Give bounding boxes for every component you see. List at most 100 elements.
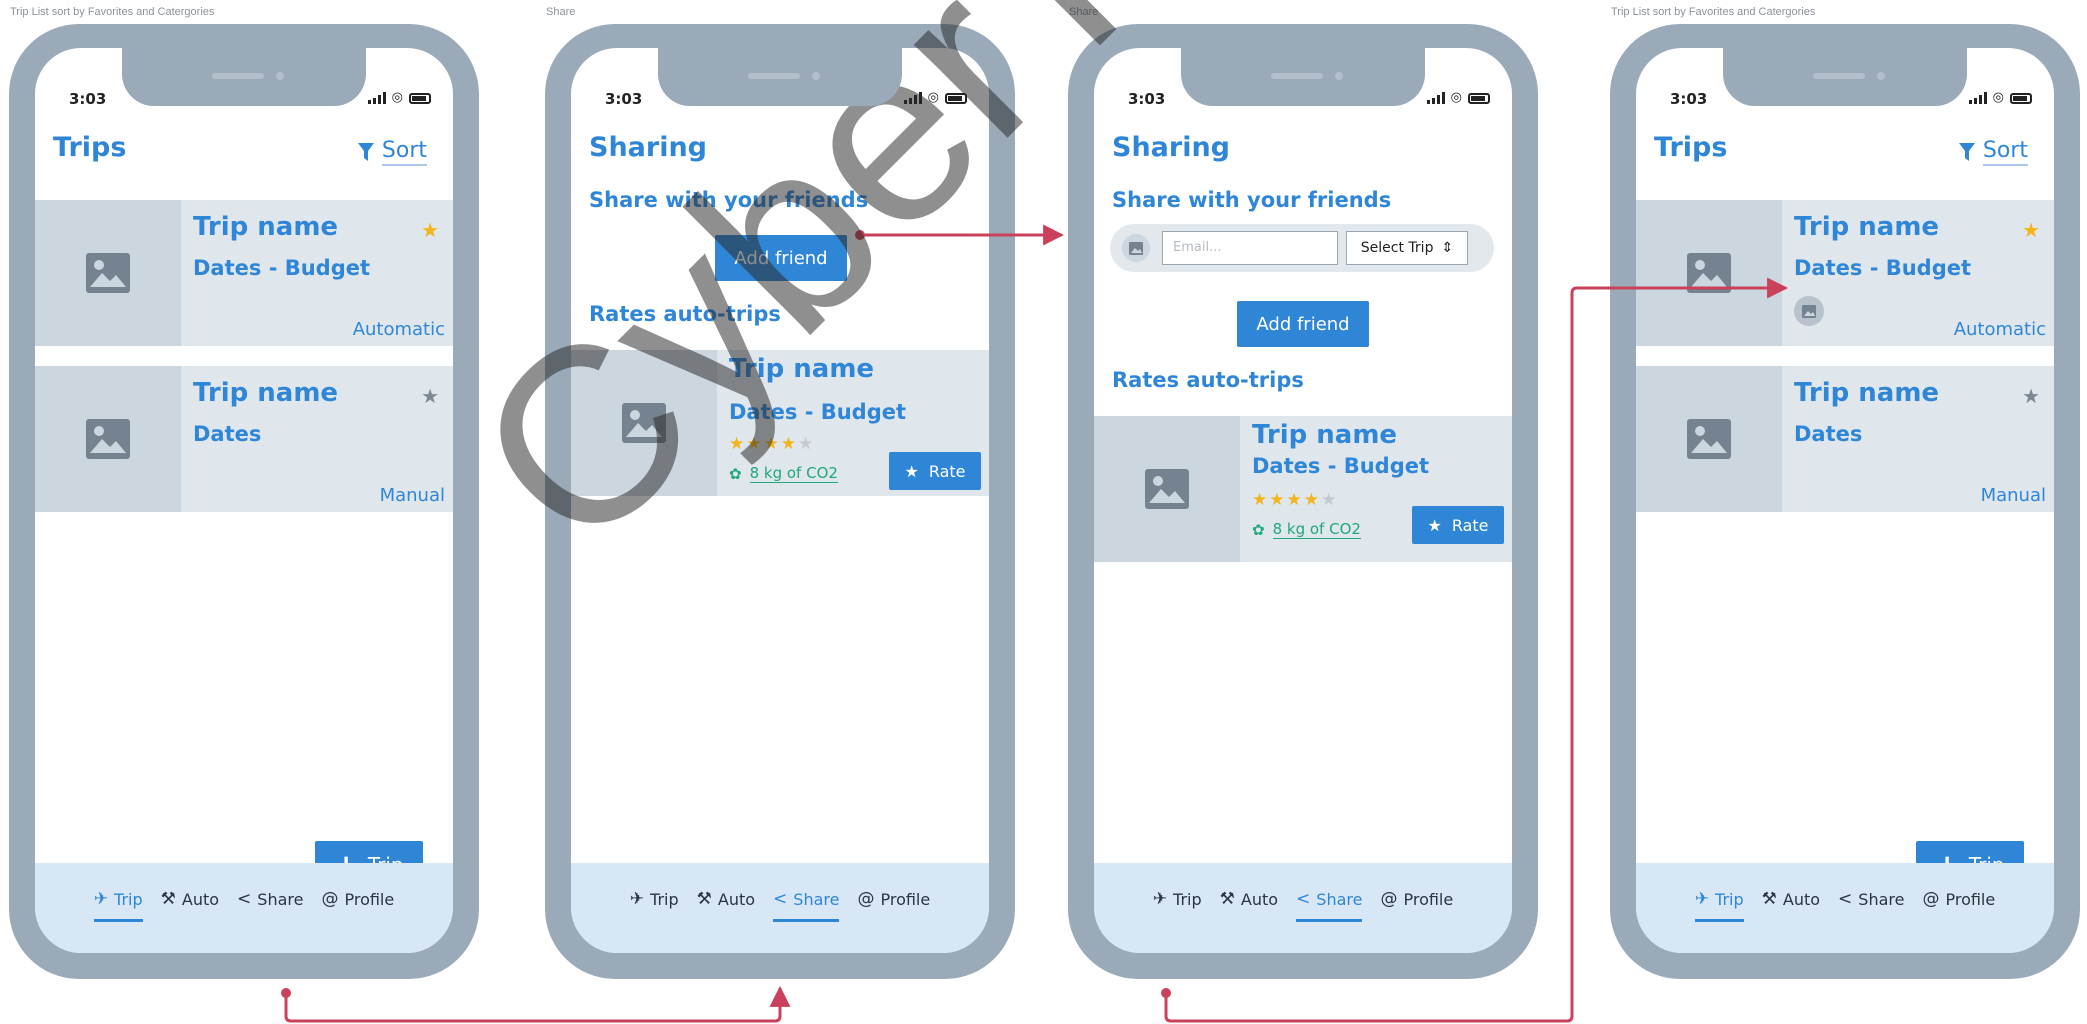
trip-name: Trip name — [729, 354, 875, 384]
trip-dates: Dates - Budget — [1794, 256, 1972, 280]
select-trip-dropdown[interactable]: Select Trip ⇕ — [1346, 231, 1468, 265]
notch — [658, 48, 902, 106]
trips-screen: 3:03 ◎ Trips Sort Trip name Dates - Budg… — [35, 48, 453, 953]
shared-friend-avatar[interactable] — [1794, 296, 1824, 326]
trip-thumbnail — [35, 200, 181, 346]
rates-title: Rates auto-trips — [1112, 368, 1304, 392]
signal-icon — [1426, 92, 1445, 104]
status-time: 3:03 — [69, 90, 107, 108]
trip-dates: Dates - Budget — [1252, 454, 1430, 478]
image-icon — [86, 419, 130, 459]
nav-tab-profile[interactable]: @ Profile — [1922, 889, 1995, 922]
battery-icon — [2010, 92, 2032, 104]
favorite-star-icon[interactable]: ★ — [421, 218, 439, 242]
add-friend-button[interactable]: Add friend — [715, 235, 847, 281]
nav-tab-profile[interactable]: @ Profile — [857, 889, 930, 922]
sharing-expanded-screen: 3:03 ◎ Sharing Share with your friends E… — [1094, 48, 1512, 953]
co2-label: 8 kg of CO2 — [1272, 520, 1361, 539]
notch — [1181, 48, 1425, 106]
storyboard: Trip List sort by Favorites and Catergor… — [0, 0, 2087, 1024]
trip-name: Trip name — [193, 378, 339, 408]
sharing-screen: 3:03 ◎ Sharing Share with your friends A… — [571, 48, 989, 953]
page-title: Sharing — [589, 132, 708, 163]
rate-button[interactable]: ★ Rate — [889, 452, 981, 490]
nav-tab-share[interactable]: < Share — [773, 889, 840, 922]
nav-tab-share[interactable]: < Share — [1296, 889, 1363, 922]
trip-card[interactable]: Trip name Dates - Budget ★ Automatic — [35, 200, 453, 346]
page-title: Trips — [53, 132, 127, 163]
nav-tab-trip[interactable]: ✈ Trip — [93, 889, 143, 922]
filter-icon — [357, 143, 374, 161]
rate-button[interactable]: ★ Rate — [1412, 506, 1504, 544]
wifi-icon: ◎ — [1450, 90, 1462, 105]
nav-tab-auto[interactable]: ⚒ Auto — [1762, 889, 1820, 922]
favorite-star-icon[interactable]: ★ — [421, 384, 439, 408]
nav-tab-trip[interactable]: ✈ Trip — [1153, 889, 1202, 922]
phone-frame-sharing-expanded: 3:03 ◎ Sharing Share with your friends E… — [1068, 24, 1538, 979]
sort-button[interactable]: Sort — [1958, 138, 2028, 166]
battery-icon — [409, 92, 431, 104]
trip-card[interactable]: Trip name Dates ★ Manual — [35, 366, 453, 512]
trip-card[interactable]: Trip name Dates - Budget ★ Automatic — [1636, 200, 2054, 346]
trip-dates: Dates - Budget — [193, 256, 371, 280]
sort-button[interactable]: Sort — [357, 138, 427, 166]
trip-card[interactable]: Trip name Dates ★ Manual — [1636, 366, 2054, 512]
tools-icon: ⚒ — [1219, 889, 1235, 909]
sort-label: Sort — [381, 138, 427, 166]
status-time: 3:03 — [1128, 90, 1166, 108]
nav-label: Profile — [1945, 889, 1996, 909]
phone-frame-trips-shared: 3:03 ◎ Trips Sort Trip name Dates - Budg… — [1610, 24, 2080, 979]
add-friend-button[interactable]: Add friend — [1237, 301, 1369, 347]
status-time: 3:03 — [605, 90, 643, 108]
trip-dates: Dates - Budget — [729, 400, 907, 424]
tools-icon: ⚒ — [696, 889, 712, 909]
nav-tab-auto[interactable]: ⚒ Auto — [161, 889, 219, 922]
trip-dates: Dates — [193, 422, 262, 446]
co2-label: 8 kg of CO2 — [749, 464, 838, 483]
share-icon: < — [1838, 889, 1853, 909]
favorite-star-icon[interactable]: ★ — [2022, 218, 2040, 242]
screen-caption: Share — [1069, 6, 1099, 18]
bottom-nav: ✈ Trip ⚒ Auto < Share @ Profile — [1636, 863, 2054, 953]
email-input[interactable]: Email... — [1162, 231, 1338, 265]
status-icons: ◎ — [903, 91, 967, 104]
trip-thumbnail — [1636, 200, 1782, 346]
tools-icon: ⚒ — [1761, 889, 1777, 909]
notch — [122, 48, 366, 106]
image-icon — [1802, 304, 1816, 318]
nav-label: Trip — [1715, 889, 1744, 909]
image-icon — [1145, 469, 1189, 509]
bottom-nav: ✈ Trip ⚒ Auto < Share @ Profile — [571, 863, 989, 953]
status-time: 3:03 — [1670, 90, 1708, 108]
share-subtitle: Share with your friends — [589, 188, 869, 212]
nav-tab-profile[interactable]: @ Profile — [1380, 889, 1453, 922]
screen-caption: Share — [546, 6, 576, 18]
star-icon: ★ — [904, 461, 919, 481]
phone-frame-sharing: 3:03 ◎ Sharing Share with your friends A… — [545, 24, 1015, 979]
nav-tab-share[interactable]: < Share — [1838, 889, 1904, 922]
nav-tab-auto[interactable]: ⚒ Auto — [697, 889, 755, 922]
nav-tab-auto[interactable]: ⚒ Auto — [1220, 889, 1278, 922]
share-form-row: Email... Select Trip ⇕ — [1110, 224, 1494, 272]
nav-label: Auto — [1782, 889, 1821, 909]
at-icon: @ — [321, 889, 339, 909]
nav-tab-share[interactable]: < Share — [237, 889, 303, 922]
nav-tab-profile[interactable]: @ Profile — [321, 889, 394, 922]
status-icons: ◎ — [367, 91, 431, 104]
share-icon: < — [773, 889, 788, 909]
rated-trip-card[interactable]: Trip name Dates - Budget ★★★★★ ✿ 8 kg of … — [571, 350, 989, 496]
image-icon — [1687, 419, 1731, 459]
trip-name: Trip name — [1794, 212, 1940, 242]
status-icons: ◎ — [1426, 90, 1490, 105]
flow-arrow-nav-share — [281, 985, 791, 1023]
trip-thumbnail — [35, 366, 181, 512]
screen-caption: Trip List sort by Favorites and Catergor… — [1611, 6, 1816, 18]
nav-tab-trip[interactable]: ✈ Trip — [1694, 889, 1744, 922]
nav-label: Share — [257, 889, 304, 909]
nav-tab-trip[interactable]: ✈ Trip — [630, 889, 679, 922]
bottom-nav: ✈ Trip ⚒ Auto < Share @ Profile — [1094, 863, 1512, 953]
nav-label: Trip — [1173, 889, 1202, 909]
rated-trip-card[interactable]: Trip name Dates - Budget ★★★★★ ✿ 8 kg of … — [1094, 416, 1512, 562]
co2-info: ✿ 8 kg of CO2 — [729, 464, 838, 483]
favorite-star-icon[interactable]: ★ — [2022, 384, 2040, 408]
